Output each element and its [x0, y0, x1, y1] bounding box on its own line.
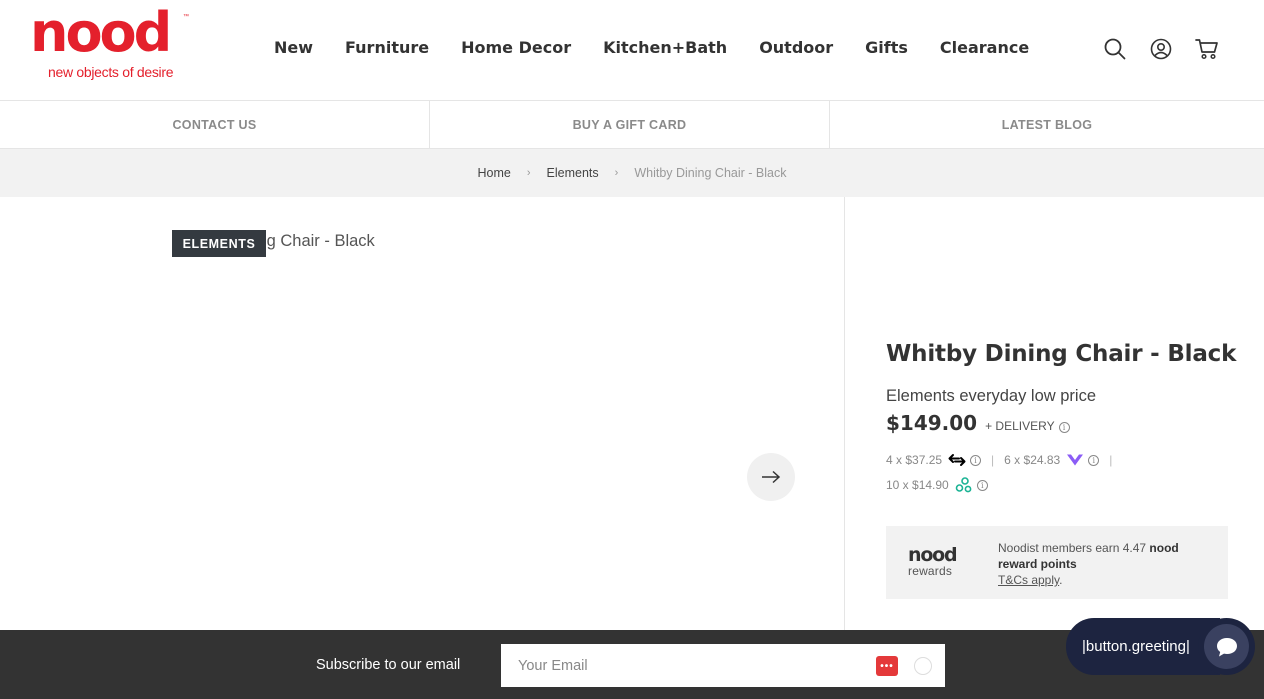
- contact-us-link[interactable]: CONTACT US: [0, 101, 430, 148]
- chat-launcher-button[interactable]: [1198, 618, 1255, 675]
- main-nav: New Furniture Home Decor Kitchen+Bath Ou…: [274, 38, 1029, 57]
- header-icons: [1102, 36, 1220, 62]
- password-manager-icon[interactable]: •••: [876, 656, 898, 676]
- info-icon[interactable]: i: [1088, 454, 1100, 466]
- afterpay-icon: [948, 453, 966, 467]
- zip-icon: [1066, 453, 1084, 467]
- brand-badge: ELEMENTS: [172, 230, 266, 257]
- installment-separator: |: [1109, 453, 1113, 467]
- info-icon[interactable]: i: [970, 454, 982, 466]
- nood-logo[interactable]: nood ™ new objects of desire: [30, 6, 195, 84]
- info-icon[interactable]: i: [976, 479, 988, 491]
- nav-item-gifts[interactable]: Gifts: [865, 38, 908, 57]
- gift-card-link[interactable]: BUY A GIFT CARD: [430, 101, 830, 148]
- latitude-installment-text: 10 x $14.90: [886, 478, 949, 492]
- breadcrumb-current: Whitby Dining Chair - Black: [634, 166, 787, 180]
- nav-item-kitchen-bath[interactable]: Kitchen+Bath: [603, 38, 727, 57]
- nood-rewards-logo: nood rewards: [908, 544, 958, 578]
- subscribe-label: Subscribe to our email: [316, 657, 461, 673]
- price-row: $149.00 + DELIVERY i: [886, 411, 1070, 435]
- terms-link-suffix: .: [1059, 573, 1063, 587]
- breadcrumb-category[interactable]: Elements: [547, 166, 599, 180]
- rewards-text: Noodist members earn 4.47 nood reward po…: [998, 540, 1218, 588]
- nav-item-clearance[interactable]: Clearance: [940, 38, 1029, 57]
- delivery-label: + DELIVERY: [985, 419, 1055, 433]
- account-icon[interactable]: [1148, 36, 1174, 62]
- breadcrumb-separator: ›: [614, 167, 619, 179]
- arrow-right-icon: [762, 470, 781, 484]
- rewards-panel: nood rewards Noodist members earn 4.47 n…: [886, 526, 1228, 599]
- latitude-icon: [955, 477, 973, 493]
- afterpay-installment-text: 4 x $37.25: [886, 453, 943, 467]
- nav-item-home-decor[interactable]: Home Decor: [461, 38, 571, 57]
- terms-link[interactable]: T&Cs apply: [998, 573, 1059, 587]
- product-gallery: Whitby Dining Chair - Black ELEMENTS: [0, 197, 845, 630]
- product-info: Whitby Dining Chair - Black Elements eve…: [886, 197, 1246, 630]
- latest-blog-link[interactable]: LATEST BLOG: [830, 101, 1264, 148]
- breadcrumb: Home › Elements › Whitby Dining Chair - …: [0, 149, 1264, 197]
- site-header: nood ™ new objects of desire New Furnitu…: [0, 0, 1264, 101]
- installment-separator: |: [991, 453, 995, 467]
- info-icon[interactable]: i: [1058, 422, 1070, 433]
- product-price: $149.00: [886, 411, 978, 435]
- logo-tagline: new objects of desire: [48, 64, 174, 80]
- zip-installment-text: 6 x $24.83: [1004, 453, 1061, 467]
- rewards-text-prefix: Noodist members earn 4.47: [998, 541, 1150, 555]
- price-subtitle: Elements everyday low price: [886, 387, 1097, 405]
- utility-bar: CONTACT US BUY A GIFT CARD LATEST BLOG: [0, 101, 1264, 149]
- gallery-next-button[interactable]: [747, 453, 795, 501]
- rewards-logo-sub: rewards: [908, 564, 953, 578]
- subscribe-submit-icon[interactable]: [914, 657, 932, 675]
- breadcrumb-separator: ›: [526, 167, 531, 179]
- chat-bubble-icon: [1204, 624, 1249, 669]
- logo-wordmark: nood: [30, 1, 172, 64]
- nav-item-outdoor[interactable]: Outdoor: [759, 38, 833, 57]
- installment-row: 10 x $14.90 i: [886, 477, 988, 493]
- breadcrumb-home[interactable]: Home: [478, 166, 511, 180]
- nav-item-furniture[interactable]: Furniture: [345, 38, 429, 57]
- installment-row: 4 x $37.25 i | 6 x $24.83 i |: [886, 453, 1122, 467]
- cart-icon[interactable]: [1194, 36, 1220, 62]
- nav-item-new[interactable]: New: [274, 38, 313, 57]
- logo-trademark: ™: [183, 14, 189, 20]
- rewards-logo-word: nood: [908, 544, 958, 566]
- search-icon[interactable]: [1102, 36, 1128, 62]
- chat-greeting-button[interactable]: |button.greeting|: [1066, 618, 1220, 675]
- product-title: Whitby Dining Chair - Black: [886, 341, 1237, 367]
